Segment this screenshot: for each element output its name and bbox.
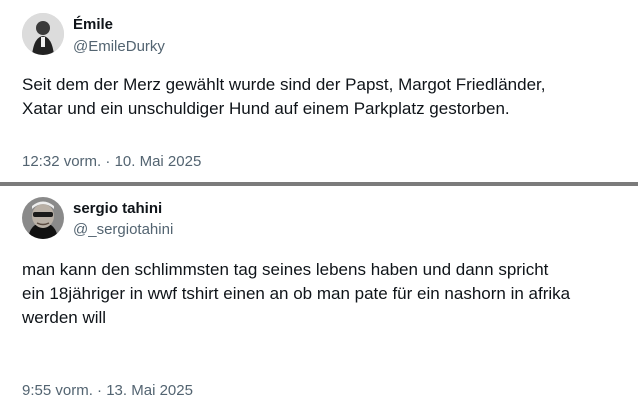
tweet-card: Émile @EmileDurky Seit dem der Merz gewä… <box>0 0 640 183</box>
tweet-card: sergio tahini @_sergiotahini man kann de… <box>0 187 640 420</box>
tweet-time[interactable]: 9:55 vorm. <box>22 382 93 399</box>
avatar[interactable] <box>22 13 64 55</box>
avatar[interactable] <box>22 197 64 239</box>
tweet-timestamp[interactable]: 12:32 vorm. · 10. Mai 2025 <box>22 153 201 171</box>
display-name[interactable]: Émile <box>73 16 113 34</box>
divider <box>0 182 638 186</box>
tweet-date[interactable]: 13. Mai 2025 <box>106 382 193 399</box>
tweet-text: man kann den schlimmsten tag seines lebe… <box>22 258 622 330</box>
avatar-photo-icon <box>22 13 64 55</box>
avatar-photo-icon <box>22 197 64 239</box>
meta-separator: · <box>101 153 115 170</box>
user-handle[interactable]: @EmileDurky <box>73 38 165 56</box>
user-handle[interactable]: @_sergiotahini <box>73 221 173 239</box>
tweet-date[interactable]: 10. Mai 2025 <box>115 153 202 170</box>
tweet-timestamp[interactable]: 9:55 vorm. · 13. Mai 2025 <box>22 382 193 400</box>
tweet-text: Seit dem der Merz gewählt wurde sind der… <box>22 73 622 121</box>
meta-separator: · <box>92 382 107 399</box>
tweet-text-line: Seit dem der Merz gewählt wurde sind der… <box>22 75 546 94</box>
display-name[interactable]: sergio tahini <box>73 200 162 218</box>
tweet-text-line: man kann den schlimmsten tag seines lebe… <box>22 260 549 279</box>
tweet-text-line: Xatar und ein unschuldiger Hund auf eine… <box>22 99 510 118</box>
tweet-text-line: ein 18jähriger in wwf tshirt einen an ob… <box>22 284 571 303</box>
tweet-text-line: werden will <box>22 308 107 327</box>
tweet-time[interactable]: 12:32 vorm. <box>22 153 101 170</box>
